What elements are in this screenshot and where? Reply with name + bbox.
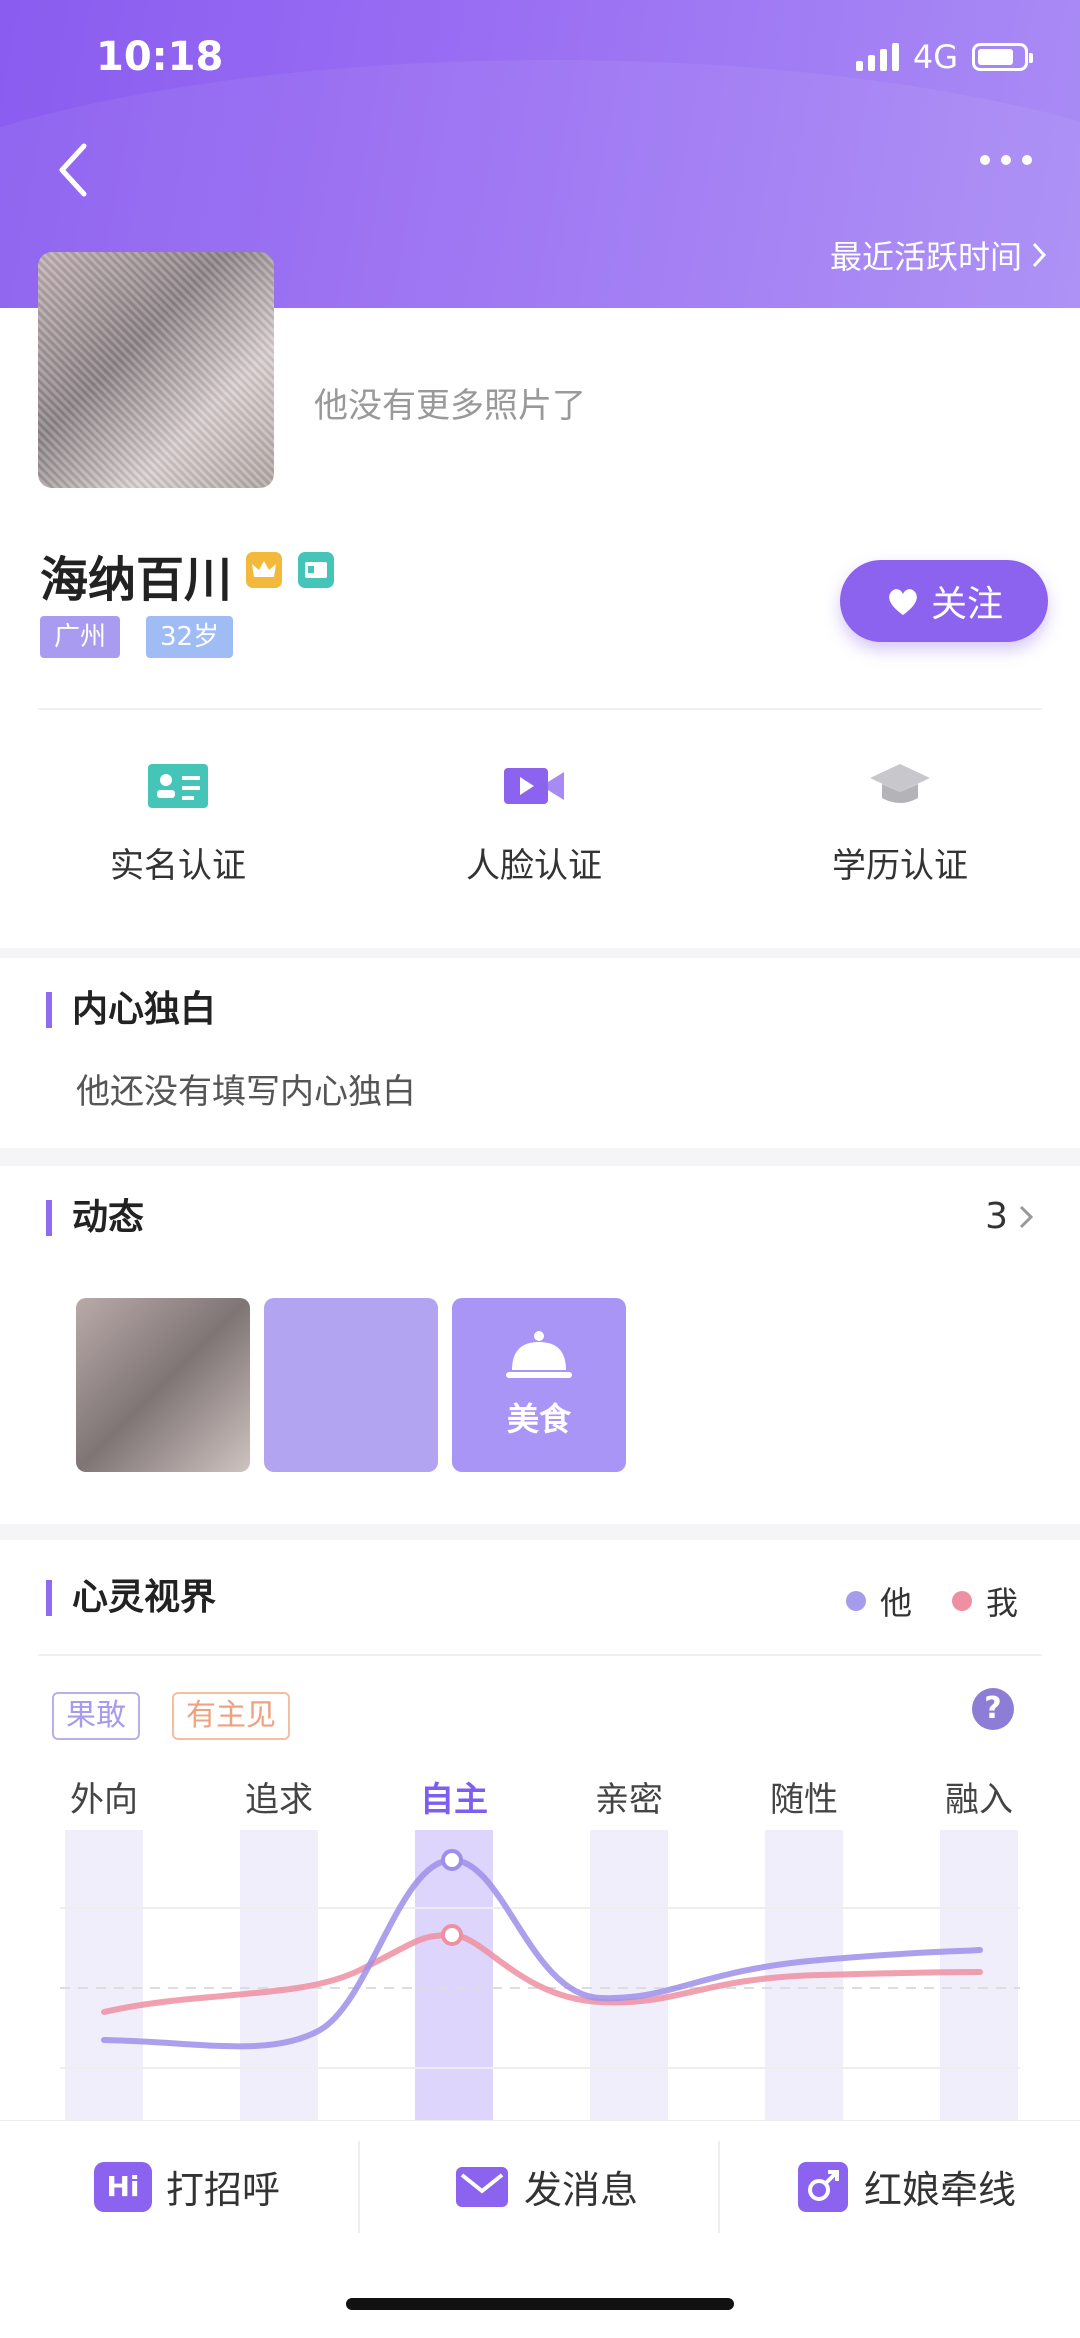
verify-real-name-label: 实名认证 <box>110 846 246 886</box>
city-tag: 广州 <box>40 616 121 658</box>
moment-food-label: 美食 <box>506 1400 571 1438</box>
video-icon <box>504 768 564 804</box>
trait-tag: 有主见 <box>172 1692 290 1740</box>
verify-real-name[interactable]: 实名认证 <box>48 760 308 887</box>
profile-photo[interactable] <box>38 252 274 488</box>
recent-active-link[interactable]: 最近活跃时间 <box>830 232 1048 278</box>
help-icon[interactable]: ? <box>972 1688 1014 1730</box>
gender-icon <box>798 2161 848 2212</box>
legend-dot <box>952 1591 972 1611</box>
verify-face[interactable]: 人脸认证 <box>404 760 664 887</box>
no-more-photos-text: 他没有更多照片了 <box>314 386 586 426</box>
moments-count-link[interactable]: 3 <box>985 1196 1034 1237</box>
legend-him-label: 他 <box>880 1584 913 1622</box>
monologue-title: 内心独白 <box>46 992 216 1028</box>
id-card-icon <box>148 764 208 808</box>
series-him-point <box>441 1849 463 1871</box>
separator <box>718 2141 720 2233</box>
dimension-label[interactable]: 追求 <box>224 1772 334 1821</box>
legend-me: 我 <box>952 1578 1018 1624</box>
id-card-icon <box>298 552 334 588</box>
monologue-card <box>0 958 1080 1148</box>
trait-tag: 果敢 <box>52 1692 140 1740</box>
verify-education[interactable]: 学历认证 <box>770 760 1030 887</box>
graduation-cap-icon <box>870 764 930 803</box>
dimension-label[interactable]: 亲密 <box>574 1772 684 1821</box>
hi-icon: Hi <box>94 2161 152 2212</box>
status-time: 10:18 <box>96 34 224 80</box>
divider <box>38 708 1042 710</box>
moment-thumb[interactable] <box>76 1298 250 1472</box>
mind-title: 心灵视界 <box>46 1580 216 1616</box>
dimension-label-selected[interactable]: 自主 <box>399 1772 509 1821</box>
verify-education-label: 学历认证 <box>832 846 968 886</box>
chevron-right-icon <box>1032 242 1047 268</box>
series-me-point <box>441 1924 463 1946</box>
moment-thumb[interactable] <box>264 1298 438 1472</box>
message-button[interactable]: 发消息 <box>454 2159 638 2214</box>
heart-icon <box>889 589 917 615</box>
dimension-label[interactable]: 外向 <box>49 1772 159 1821</box>
moments-title: 动态 <box>46 1200 144 1236</box>
envelope-icon <box>456 2166 508 2207</box>
message-label: 发消息 <box>524 2168 639 2212</box>
chevron-right-icon <box>1019 1205 1034 1228</box>
moment-food-tile[interactable]: 美食 <box>452 1298 626 1472</box>
crown-icon <box>246 552 282 588</box>
recent-active-label: 最近活跃时间 <box>829 238 1022 276</box>
cloche-icon <box>506 1331 572 1378</box>
signal-icon <box>855 43 899 71</box>
battery-icon <box>972 43 1033 71</box>
matchmaker-label: 红娘牵线 <box>864 2168 1017 2212</box>
separator <box>358 2141 360 2233</box>
verify-face-label: 人脸认证 <box>466 846 602 886</box>
greet-label: 打招呼 <box>166 2168 281 2212</box>
series-him-line <box>101 1856 983 2050</box>
legend-me-label: 我 <box>986 1584 1019 1622</box>
legend-him: 他 <box>846 1578 912 1624</box>
divider <box>38 1654 1042 1656</box>
series-me-line <box>101 1931 983 2015</box>
network-label: 4G <box>912 38 958 76</box>
matchmaker-button[interactable]: 红娘牵线 <box>796 2159 1016 2214</box>
mind-curve-chart <box>60 1849 1020 2069</box>
age-tag: 32岁 <box>146 616 234 658</box>
more-icon[interactable] <box>980 155 1032 165</box>
dimension-label[interactable]: 融入 <box>924 1772 1034 1821</box>
dimension-label[interactable]: 随性 <box>749 1772 859 1821</box>
legend-dot <box>846 1591 866 1611</box>
follow-button[interactable]: 关注 <box>840 560 1048 642</box>
greet-button[interactable]: Hi 打招呼 <box>94 2159 280 2214</box>
moments-count: 3 <box>985 1196 1008 1237</box>
monologue-text: 他还没有填写内心独白 <box>76 1072 416 1112</box>
follow-label: 关注 <box>930 584 1003 625</box>
greet-badge-label: Hi <box>106 2170 140 2203</box>
status-icons: 4G <box>855 38 1033 76</box>
back-icon[interactable] <box>54 140 94 200</box>
home-indicator <box>346 2298 734 2310</box>
user-name: 海纳百川 <box>40 552 233 608</box>
